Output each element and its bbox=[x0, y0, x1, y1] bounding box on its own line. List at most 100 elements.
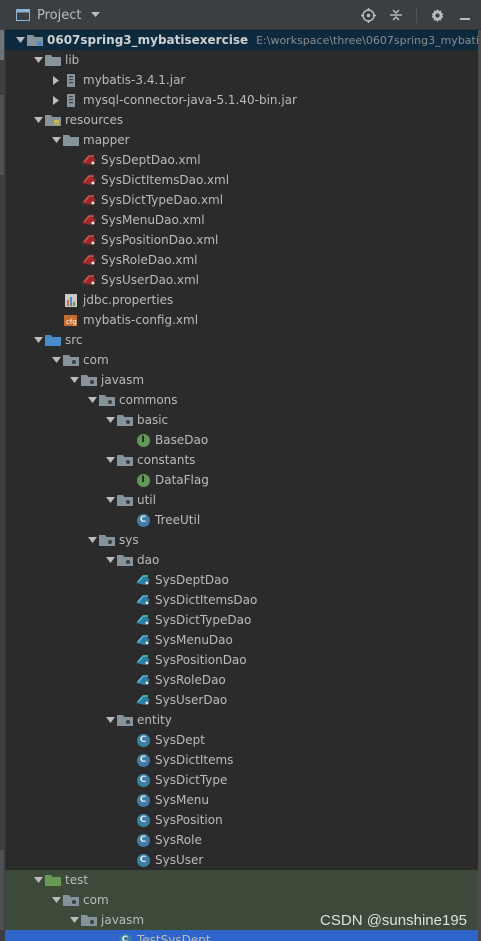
tree-row[interactable]: com bbox=[5, 890, 478, 910]
tree-row[interactable]: test bbox=[5, 870, 478, 890]
tree-row[interactable]: dao bbox=[5, 550, 478, 570]
tree-row-label: lib bbox=[65, 53, 80, 67]
expand-arrow-icon[interactable] bbox=[85, 390, 99, 410]
tree-row-label: SysRole bbox=[155, 833, 202, 847]
tree-row[interactable]: SysDictTypeDao bbox=[5, 610, 478, 630]
expand-arrow-icon[interactable] bbox=[31, 110, 45, 130]
tree-row[interactable]: jdbc.properties bbox=[5, 290, 478, 310]
locate-icon[interactable] bbox=[360, 7, 376, 23]
tree-row-label: mybatis-config.xml bbox=[83, 313, 199, 327]
expand-arrow-icon[interactable] bbox=[67, 370, 81, 390]
jar-icon bbox=[63, 92, 79, 108]
collapse-arrow-icon[interactable] bbox=[49, 90, 63, 110]
tree-row[interactable]: com bbox=[5, 350, 478, 370]
tree-row[interactable]: SysDictItemsDao.xml bbox=[5, 170, 478, 190]
tree-row[interactable]: mybatis-3.4.1.jar bbox=[5, 70, 478, 90]
tree-row[interactable]: C TreeUtil bbox=[5, 510, 478, 530]
tree-row[interactable]: entity bbox=[5, 710, 478, 730]
tree-row-label: SysDept bbox=[155, 733, 205, 747]
tree-row-label: constants bbox=[137, 453, 196, 467]
tree-row[interactable]: SysUserDao bbox=[5, 690, 478, 710]
expand-arrow-icon[interactable] bbox=[31, 870, 45, 890]
expand-arrow-icon[interactable] bbox=[31, 330, 45, 350]
project-tree[interactable]: 0607spring3_mybatisexercise E:\workspace\… bbox=[5, 30, 478, 941]
project-view-selector[interactable]: Project bbox=[15, 0, 103, 30]
tree-row[interactable]: mysql-connector-java-5.1.40-bin.jar bbox=[5, 90, 478, 110]
tree-row[interactable]: resources bbox=[5, 110, 478, 130]
tree-row[interactable]: SysPositionDao.xml bbox=[5, 230, 478, 250]
tree-row[interactable]: commons bbox=[5, 390, 478, 410]
hide-icon[interactable] bbox=[457, 7, 473, 23]
package-icon bbox=[117, 492, 133, 508]
tree-row[interactable]: javasm bbox=[5, 370, 478, 390]
expand-arrow-icon[interactable] bbox=[103, 550, 117, 570]
arrow-placeholder bbox=[121, 810, 135, 830]
tree-row-label: SysDictTypeDao bbox=[155, 613, 252, 627]
package-icon bbox=[117, 452, 133, 468]
project-tool-tab[interactable] bbox=[0, 30, 4, 60]
tree-row[interactable]: util bbox=[5, 490, 478, 510]
settings-icon[interactable] bbox=[429, 7, 445, 23]
tree-row-label: SysDeptDao.xml bbox=[101, 153, 201, 167]
class-icon: C bbox=[117, 932, 133, 941]
expand-arrow-icon[interactable] bbox=[31, 50, 45, 70]
tree-row[interactable]: C SysUser bbox=[5, 850, 478, 870]
tree-row[interactable]: SysDictItemsDao bbox=[5, 590, 478, 610]
package-icon bbox=[81, 912, 97, 928]
structure-tool-tab[interactable] bbox=[0, 95, 4, 175]
expand-arrow-icon[interactable] bbox=[49, 350, 63, 370]
tree-row[interactable]: SysRoleDao.xml bbox=[5, 250, 478, 270]
expand-arrow-icon[interactable] bbox=[103, 450, 117, 470]
expand-arrow-icon[interactable] bbox=[103, 490, 117, 510]
favorites-tool-tab[interactable] bbox=[0, 850, 4, 930]
expand-arrow-icon[interactable] bbox=[67, 910, 81, 930]
tree-row[interactable]: constants bbox=[5, 450, 478, 470]
tree-row[interactable]: SysDictTypeDao.xml bbox=[5, 190, 478, 210]
tree-row[interactable]: 0607spring3_mybatisexercise E:\workspace\… bbox=[5, 30, 478, 50]
tree-row[interactable]: basic bbox=[5, 410, 478, 430]
tree-row[interactable]: SysPositionDao bbox=[5, 650, 478, 670]
tree-row[interactable]: C SysPosition bbox=[5, 810, 478, 830]
arrow-placeholder bbox=[67, 170, 81, 190]
expand-arrow-icon[interactable] bbox=[103, 710, 117, 730]
tree-row[interactable]: SysDeptDao bbox=[5, 570, 478, 590]
tree-row[interactable]: SysMenuDao.xml bbox=[5, 210, 478, 230]
tree-row-label: resources bbox=[65, 113, 124, 127]
mapper-icon bbox=[135, 652, 151, 668]
expand-arrow-icon[interactable] bbox=[13, 30, 27, 50]
expand-arrow-icon[interactable] bbox=[103, 410, 117, 430]
tree-row[interactable]: SysMenuDao bbox=[5, 630, 478, 650]
tree-row[interactable]: SysRoleDao bbox=[5, 670, 478, 690]
tree-row[interactable]: cfg mybatis-config.xml bbox=[5, 310, 478, 330]
arrow-placeholder bbox=[67, 230, 81, 250]
tree-row-label: 0607spring3_mybatisexercise bbox=[47, 33, 249, 47]
tree-row[interactable]: src bbox=[5, 330, 478, 350]
tree-row[interactable]: C SysDictItems bbox=[5, 750, 478, 770]
tree-row[interactable]: C SysRole bbox=[5, 830, 478, 850]
dropdown-arrow-icon[interactable] bbox=[87, 7, 103, 23]
tree-row[interactable]: C SysDept bbox=[5, 730, 478, 750]
tree-row-label: SysDictType bbox=[155, 773, 228, 787]
tree-row[interactable]: C SysMenu bbox=[5, 790, 478, 810]
props-icon bbox=[63, 292, 79, 308]
expand-arrow-icon[interactable] bbox=[49, 130, 63, 150]
expand-arrow-icon[interactable] bbox=[85, 530, 99, 550]
tree-row[interactable]: SysDeptDao.xml bbox=[5, 150, 478, 170]
tree-row[interactable]: C TestSysDept bbox=[5, 930, 478, 941]
tree-row[interactable]: mapper bbox=[5, 130, 478, 150]
collapse-all-icon[interactable] bbox=[388, 7, 404, 23]
tree-row-label: SysMenuDao bbox=[155, 633, 233, 647]
tree-row[interactable]: lib bbox=[5, 50, 478, 70]
tree-row[interactable]: C SysDictType bbox=[5, 770, 478, 790]
tree-row-label: entity bbox=[137, 713, 172, 727]
tree-row[interactable]: sys bbox=[5, 530, 478, 550]
expand-arrow-icon[interactable] bbox=[49, 890, 63, 910]
tree-row-label: javasm bbox=[101, 373, 145, 387]
tree-row[interactable]: SysUserDao.xml bbox=[5, 270, 478, 290]
tree-row[interactable]: I BaseDao bbox=[5, 430, 478, 450]
tree-row[interactable]: I DataFlag bbox=[5, 470, 478, 490]
xml-icon bbox=[81, 172, 97, 188]
package-icon bbox=[117, 552, 133, 568]
collapse-arrow-icon[interactable] bbox=[49, 70, 63, 90]
tree-row-label: dao bbox=[137, 553, 160, 567]
